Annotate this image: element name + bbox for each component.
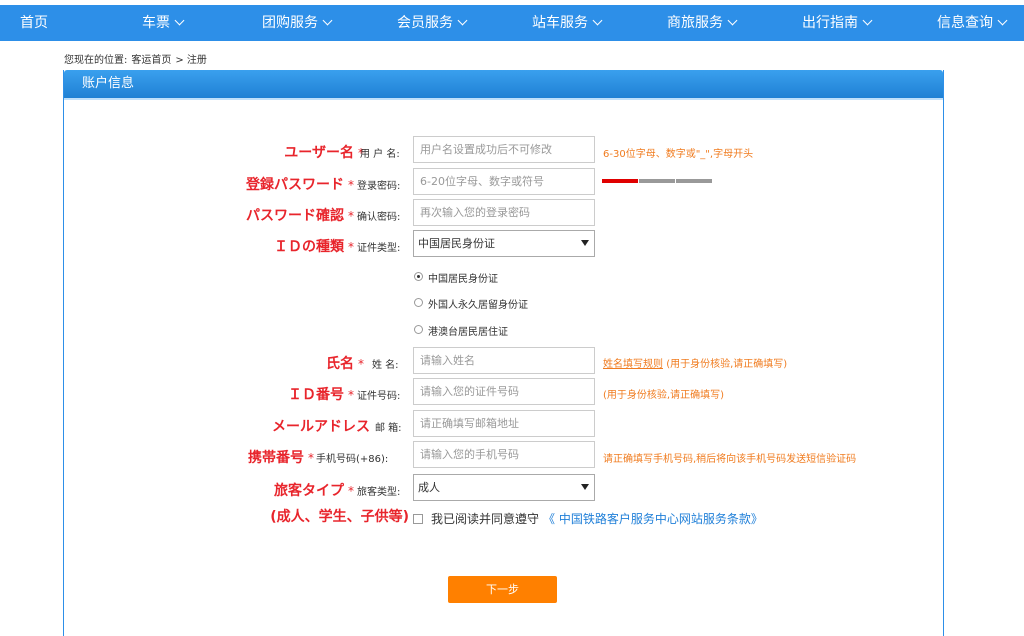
password-strength-segment-3 [676,179,712,183]
nav-item-group[interactable]: 团购服务 [262,5,333,41]
mobile-hint: 请正确填写手机号码,稍后将向该手机号码发送短信验证码 [603,454,857,465]
dropdown-arrow-icon [581,240,589,246]
id-number-jp-label: ＩＤ番号 * [288,384,354,404]
nav-item-label: 首页 [20,15,48,31]
chevron-down-icon [997,15,1008,26]
id-number-input[interactable]: 请输入您的证件号码 [413,378,595,405]
id-type-label: 证件类型: [357,243,401,254]
id-type-radio-1[interactable] [414,272,423,281]
nav-item-label: 会员服务 [397,15,453,31]
terms-link[interactable]: 《 中国铁路客户服务中心网站服务条款》 [543,512,763,526]
name-hint-text: (用于身份核验,请正确填写) [666,359,788,370]
nav-item-station[interactable]: 站车服务 [532,5,603,41]
username-input[interactable]: 用户名设置成功后不可修改 [413,136,595,163]
passenger-type-jp-label: 旅客タイプ * [274,480,354,500]
nav-item-guide[interactable]: 出行指南 [802,5,873,41]
passenger-type-select[interactable]: 成人 [413,474,595,501]
id-type-radio-label-3: 港澳台居民居住证 [428,327,508,338]
required-star: * [348,209,354,223]
id-number-label: 证件号码: [357,391,401,402]
id-type-radio-label-1: 中国居民身份证 [428,274,498,285]
jp-text: 登録パスワード [246,177,344,193]
chevron-down-icon [592,15,603,26]
username-label: 用 户 名: [360,149,400,160]
confirm-jp-label: パスワード確認 * [246,205,354,225]
breadcrumb-home-link[interactable]: 客运首页 [131,55,171,66]
nav-item-home[interactable]: 首页 [20,5,48,41]
nav-item-member[interactable]: 会员服务 [397,5,468,41]
name-rules-link[interactable]: 姓名填写规则 [603,359,663,370]
jp-text: ＩＤ番号 [288,387,344,403]
email-label: 邮 箱: [375,423,402,434]
passenger-type-label: 旅客类型: [357,487,401,498]
password-strength-segment-1 [602,179,638,183]
mobile-label: 手机号码(+86): [316,454,389,465]
required-star: * [348,484,354,498]
required-star: * [348,240,354,254]
agree-text: 我已阅读并同意遵守 [431,512,540,526]
name-input[interactable]: 请输入姓名 [413,347,595,374]
password-strength-segment-2 [639,179,675,183]
chevron-down-icon [322,15,333,26]
name-jp-label: 氏名 * [326,353,364,373]
nav-item-label: 出行指南 [802,15,858,31]
nav-item-label: 信息查询 [937,15,993,31]
id-type-radio-2[interactable] [414,298,423,307]
name-label: 姓 名: [372,360,399,371]
password-input[interactable]: 6-20位字母、数字或符号 [413,168,595,195]
password-jp-label: 登録パスワード * [246,174,354,194]
required-star: * [358,357,364,371]
id-type-selected: 中国居民身份证 [418,237,495,250]
mobile-jp-label: 携帯番号 * [248,447,314,467]
id-type-radio-3[interactable] [414,325,423,334]
jp-text: 携帯番号 [248,450,304,466]
next-step-button[interactable]: 下一步 [448,576,557,603]
email-jp-label: メールアドレス [272,419,370,435]
agree-checkbox[interactable] [413,514,423,524]
agree-statement: 我已阅读并同意遵守《 中国铁路客户服务中心网站服务条款》 [431,510,763,527]
nav-item-label: 团购服务 [262,15,318,31]
nav-item-label: 车票 [142,15,170,31]
panel-title: 账户信息 [64,70,943,98]
chevron-down-icon [174,15,185,26]
jp-text: 旅客タイプ [274,483,344,499]
required-star: * [308,451,314,465]
mobile-input[interactable]: 请输入您的手机号码 [413,441,595,468]
nav-item-tickets[interactable]: 车票 [142,5,185,41]
breadcrumb-prefix: 您现在的位置: [64,55,128,66]
nav-item-label: 商旅服务 [667,15,723,31]
nav-item-label: 站车服务 [532,15,588,31]
name-hint: 姓名填写规则 (用于身份核验,请正确填写) [603,355,787,370]
required-star: * [348,388,354,402]
chevron-down-icon [862,15,873,26]
confirm-password-input[interactable]: 再次输入您的登录密码 [413,199,595,226]
passenger-type-selected: 成人 [418,481,440,494]
passenger-type-note: (成人、学生、子供等) [270,509,409,525]
id-number-hint: (用于身份核验,请正确填写) [603,390,724,401]
required-star: * [348,178,354,192]
id-type-radio-label-2: 外国人永久居留身份证 [428,300,528,311]
jp-text: 氏名 [326,356,354,372]
id-type-jp-label: ＩＤの種類 * [274,236,354,256]
chevron-down-icon [457,15,468,26]
nav-item-info[interactable]: 信息查询 [937,5,1008,41]
id-type-select[interactable]: 中国居民身份证 [413,230,595,257]
nav-item-business[interactable]: 商旅服务 [667,5,738,41]
confirm-label: 确认密码: [357,212,401,223]
chevron-down-icon [727,15,738,26]
username-hint: 6-30位字母、数字或"_",字母开头 [603,149,754,160]
dropdown-arrow-icon [581,484,589,490]
breadcrumb: 您现在的位置: 客运首页 > 注册 [64,51,211,66]
main-nav: 首页 车票 团购服务 会员服务 站车服务 商旅服务 出行指南 信息查询 [0,5,1024,41]
jp-text: ユーザー名 [284,145,354,161]
jp-text: パスワード確認 [246,208,344,224]
username-jp-label: ユーザー名 * [284,142,364,162]
email-input[interactable]: 请正确填写邮箱地址 [413,410,595,437]
breadcrumb-current: > 注册 [175,55,207,66]
jp-text: ＩＤの種類 [274,239,344,255]
panel-divider [64,98,943,100]
password-label: 登录密码: [357,181,401,192]
